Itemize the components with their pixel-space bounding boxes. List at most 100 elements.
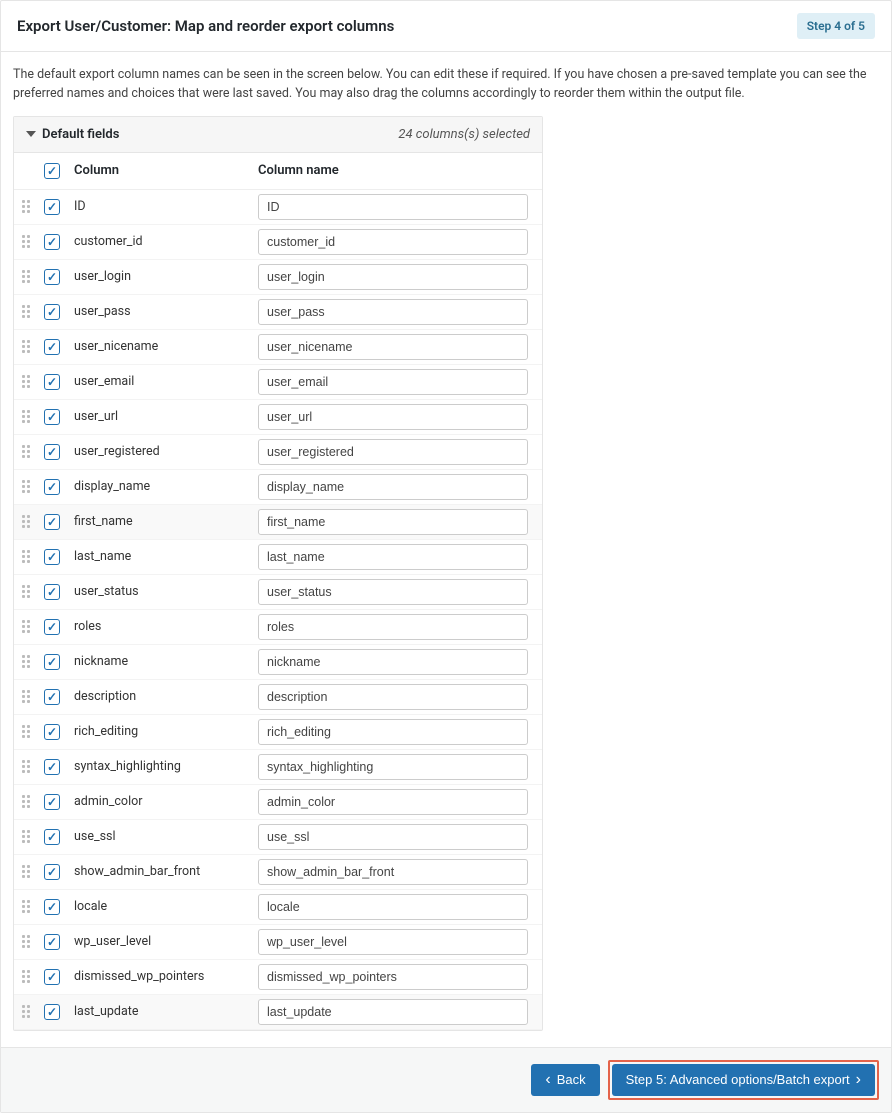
- field-name-input[interactable]: [258, 439, 528, 465]
- row-checkbox[interactable]: [44, 759, 60, 775]
- drag-handle-icon[interactable]: [22, 550, 44, 563]
- field-name-input-wrap: [258, 824, 534, 850]
- next-button[interactable]: Step 5: Advanced options/Batch export: [612, 1064, 875, 1096]
- field-name-input[interactable]: [258, 789, 528, 815]
- chevron-right-icon: [856, 1072, 861, 1088]
- drag-handle-icon[interactable]: [22, 585, 44, 598]
- row-checkbox[interactable]: [44, 619, 60, 635]
- field-name-input[interactable]: [258, 229, 528, 255]
- drag-handle-icon[interactable]: [22, 655, 44, 668]
- field-name-input[interactable]: [258, 579, 528, 605]
- field-name-input[interactable]: [258, 859, 528, 885]
- row-checkbox[interactable]: [44, 409, 60, 425]
- field-source-label: last_update: [70, 1004, 258, 1019]
- field-name-input-wrap: [258, 964, 534, 990]
- field-name-input[interactable]: [258, 649, 528, 675]
- row-checkbox-wrap: [44, 899, 70, 915]
- row-checkbox[interactable]: [44, 234, 60, 250]
- row-checkbox[interactable]: [44, 864, 60, 880]
- row-checkbox[interactable]: [44, 304, 60, 320]
- field-name-input[interactable]: [258, 334, 528, 360]
- field-source-label: rich_editing: [70, 724, 258, 739]
- drag-handle-icon[interactable]: [22, 235, 44, 248]
- field-name-input[interactable]: [258, 824, 528, 850]
- field-name-input[interactable]: [258, 719, 528, 745]
- field-name-input[interactable]: [258, 964, 528, 990]
- field-name-input-wrap: [258, 544, 534, 570]
- row-checkbox[interactable]: [44, 549, 60, 565]
- header-master-checkbox: [44, 163, 70, 179]
- drag-handle-icon[interactable]: [22, 830, 44, 843]
- drag-handle-icon[interactable]: [22, 690, 44, 703]
- row-checkbox[interactable]: [44, 794, 60, 810]
- field-name-input[interactable]: [258, 369, 528, 395]
- field-name-input[interactable]: [258, 194, 528, 220]
- row-checkbox[interactable]: [44, 1004, 60, 1020]
- field-name-input[interactable]: [258, 684, 528, 710]
- drag-handle-icon[interactable]: [22, 410, 44, 423]
- row-checkbox[interactable]: [44, 689, 60, 705]
- row-checkbox[interactable]: [44, 479, 60, 495]
- drag-handle-icon[interactable]: [22, 620, 44, 633]
- field-name-input[interactable]: [258, 999, 528, 1025]
- drag-handle-icon[interactable]: [22, 375, 44, 388]
- field-name-input[interactable]: [258, 264, 528, 290]
- field-name-input[interactable]: [258, 404, 528, 430]
- field-name-input[interactable]: [258, 509, 528, 535]
- row-checkbox-wrap: [44, 864, 70, 880]
- row-checkbox[interactable]: [44, 269, 60, 285]
- field-name-input[interactable]: [258, 929, 528, 955]
- field-name-input[interactable]: [258, 474, 528, 500]
- row-checkbox[interactable]: [44, 514, 60, 530]
- drag-handle-icon[interactable]: [22, 935, 44, 948]
- row-checkbox[interactable]: [44, 199, 60, 215]
- drag-handle-icon[interactable]: [22, 200, 44, 213]
- row-checkbox[interactable]: [44, 444, 60, 460]
- select-all-checkbox[interactable]: [44, 163, 60, 179]
- row-checkbox-wrap: [44, 829, 70, 845]
- back-button[interactable]: Back: [531, 1064, 599, 1096]
- row-checkbox[interactable]: [44, 969, 60, 985]
- drag-handle-icon[interactable]: [22, 305, 44, 318]
- row-checkbox[interactable]: [44, 899, 60, 915]
- drag-handle-icon[interactable]: [22, 1005, 44, 1018]
- field-name-input[interactable]: [258, 544, 528, 570]
- drag-handle-icon[interactable]: [22, 340, 44, 353]
- field-source-label: wp_user_level: [70, 934, 258, 949]
- drag-handle-icon[interactable]: [22, 970, 44, 983]
- field-name-input-wrap: [258, 999, 534, 1025]
- drag-handle-icon[interactable]: [22, 760, 44, 773]
- row-checkbox-wrap: [44, 234, 70, 250]
- field-name-input[interactable]: [258, 614, 528, 640]
- field-source-label: last_name: [70, 549, 258, 564]
- drag-handle-icon[interactable]: [22, 795, 44, 808]
- drag-handle-icon[interactable]: [22, 900, 44, 913]
- row-checkbox[interactable]: [44, 934, 60, 950]
- drag-handle-icon[interactable]: [22, 270, 44, 283]
- drag-handle-icon[interactable]: [22, 865, 44, 878]
- fields-selected-count: 24 columns(s) selected: [398, 127, 530, 142]
- row-checkbox[interactable]: [44, 654, 60, 670]
- field-source-label: ID: [70, 199, 258, 214]
- row-checkbox-wrap: [44, 304, 70, 320]
- field-name-input[interactable]: [258, 894, 528, 920]
- field-name-input[interactable]: [258, 299, 528, 325]
- drag-handle-icon[interactable]: [22, 480, 44, 493]
- drag-handle-icon[interactable]: [22, 445, 44, 458]
- row-checkbox-wrap: [44, 269, 70, 285]
- row-checkbox-wrap: [44, 724, 70, 740]
- field-name-input[interactable]: [258, 754, 528, 780]
- drag-handle-icon[interactable]: [22, 725, 44, 738]
- row-checkbox[interactable]: [44, 374, 60, 390]
- row-checkbox[interactable]: [44, 724, 60, 740]
- drag-handle-icon[interactable]: [22, 515, 44, 528]
- row-checkbox-wrap: [44, 409, 70, 425]
- row-checkbox[interactable]: [44, 584, 60, 600]
- row-checkbox[interactable]: [44, 829, 60, 845]
- row-checkbox[interactable]: [44, 339, 60, 355]
- caret-down-icon: [26, 131, 36, 137]
- step-indicator: Step 4 of 5: [797, 13, 875, 39]
- fields-section-header[interactable]: Default fields 24 columns(s) selected: [14, 117, 542, 153]
- table-row: user_status: [14, 575, 542, 610]
- row-checkbox-wrap: [44, 654, 70, 670]
